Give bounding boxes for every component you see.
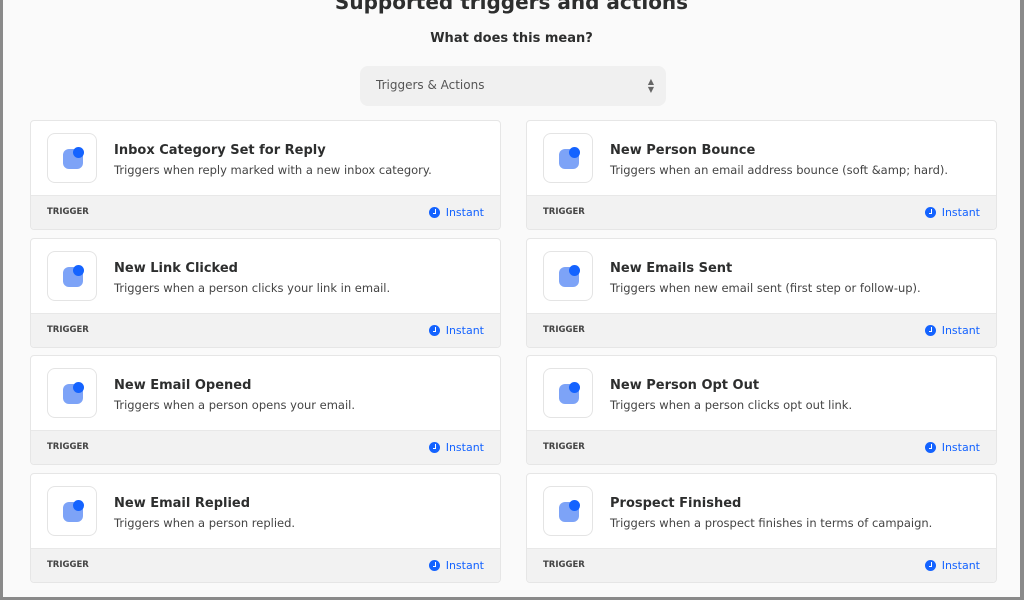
logo-dot bbox=[569, 265, 580, 276]
clock-icon bbox=[428, 560, 440, 571]
clock-icon bbox=[428, 442, 440, 453]
type-label: TRIGGER bbox=[47, 560, 89, 570]
app-logo-icon bbox=[47, 133, 97, 183]
app-logo-icon bbox=[47, 368, 97, 418]
logo-dot bbox=[569, 382, 580, 393]
select-arrows-icon: ▲ ▼ bbox=[647, 77, 654, 94]
clock-icon bbox=[428, 325, 440, 336]
app-logo-icon bbox=[543, 251, 593, 301]
logo-dot bbox=[73, 500, 84, 511]
instant-label: Instant bbox=[941, 324, 980, 337]
trigger-description: Triggers when a prospect finishes in ter… bbox=[610, 516, 933, 530]
card-footer: TRIGGER Instant bbox=[31, 430, 500, 464]
trigger-name: Inbox Category Set for Reply bbox=[114, 143, 326, 158]
logo-dot bbox=[73, 147, 84, 158]
instant-label: Instant bbox=[941, 206, 980, 219]
card-footer: TRIGGER Instant bbox=[31, 313, 500, 347]
clock-icon bbox=[924, 442, 936, 453]
app-logo-icon bbox=[47, 486, 97, 536]
instant-label: Instant bbox=[445, 324, 484, 337]
filter-select-value: Triggers & Actions bbox=[376, 78, 485, 92]
trigger-description: Triggers when a person replied. bbox=[114, 516, 296, 530]
trigger-card[interactable]: New Link Clicked Triggers when a person … bbox=[30, 238, 501, 348]
trigger-name: New Person Bounce bbox=[610, 143, 756, 158]
trigger-card[interactable]: New Person Bounce Triggers when an email… bbox=[526, 120, 997, 230]
trigger-description: Triggers when a person clicks opt out li… bbox=[610, 398, 853, 412]
trigger-card[interactable]: New Person Opt Out Triggers when a perso… bbox=[526, 355, 997, 465]
type-label: TRIGGER bbox=[47, 442, 89, 452]
instant-label: Instant bbox=[445, 441, 484, 454]
instant-badge: Instant bbox=[924, 441, 980, 454]
logo-dot bbox=[73, 265, 84, 276]
clock-icon bbox=[924, 207, 936, 218]
trigger-description: Triggers when new email sent (first step… bbox=[610, 281, 921, 295]
type-label: TRIGGER bbox=[543, 560, 585, 570]
trigger-name: New Email Replied bbox=[114, 496, 251, 511]
instant-label: Instant bbox=[941, 441, 980, 454]
type-label: TRIGGER bbox=[543, 442, 585, 452]
trigger-name: New Email Opened bbox=[114, 378, 252, 393]
instant-label: Instant bbox=[941, 559, 980, 572]
instant-badge: Instant bbox=[924, 559, 980, 572]
page: Supported triggers and actions What does… bbox=[3, 0, 1020, 597]
clock-icon bbox=[924, 325, 936, 336]
trigger-name: New Link Clicked bbox=[114, 261, 238, 276]
type-label: TRIGGER bbox=[47, 325, 89, 335]
trigger-card[interactable]: Inbox Category Set for Reply Triggers wh… bbox=[30, 120, 501, 230]
trigger-card[interactable]: New Email Opened Triggers when a person … bbox=[30, 355, 501, 465]
card-footer: TRIGGER Instant bbox=[31, 195, 500, 229]
trigger-card[interactable]: Prospect Finished Triggers when a prospe… bbox=[526, 473, 997, 583]
instant-badge: Instant bbox=[428, 441, 484, 454]
instant-badge: Instant bbox=[428, 206, 484, 219]
clock-icon bbox=[428, 207, 440, 218]
trigger-description: Triggers when a person opens your email. bbox=[114, 398, 356, 412]
filter-select[interactable]: Triggers & Actions ▲ ▼ bbox=[360, 66, 666, 106]
instant-badge: Instant bbox=[428, 324, 484, 337]
trigger-name: Prospect Finished bbox=[610, 496, 742, 511]
type-label: TRIGGER bbox=[543, 207, 585, 217]
card-footer: TRIGGER Instant bbox=[527, 313, 996, 347]
card-footer: TRIGGER Instant bbox=[31, 548, 500, 582]
instant-label: Instant bbox=[445, 206, 484, 219]
logo-dot bbox=[73, 382, 84, 393]
card-footer: TRIGGER Instant bbox=[527, 548, 996, 582]
app-logo-icon bbox=[47, 251, 97, 301]
app-logo-icon bbox=[543, 368, 593, 418]
type-label: TRIGGER bbox=[47, 207, 89, 217]
logo-dot bbox=[569, 147, 580, 158]
app-logo-icon bbox=[543, 486, 593, 536]
logo-dot bbox=[569, 500, 580, 511]
clock-icon bbox=[924, 560, 936, 571]
trigger-card[interactable]: New Emails Sent Triggers when new email … bbox=[526, 238, 997, 348]
instant-badge: Instant bbox=[924, 206, 980, 219]
page-title: Supported triggers and actions bbox=[334, 0, 689, 14]
trigger-name: New Emails Sent bbox=[610, 261, 733, 276]
help-link[interactable]: What does this mean? bbox=[3, 31, 1020, 46]
instant-badge: Instant bbox=[924, 324, 980, 337]
type-label: TRIGGER bbox=[543, 325, 585, 335]
card-footer: TRIGGER Instant bbox=[527, 430, 996, 464]
instant-label: Instant bbox=[445, 559, 484, 572]
app-logo-icon bbox=[543, 133, 593, 183]
card-footer: TRIGGER Instant bbox=[527, 195, 996, 229]
trigger-description: Triggers when an email address bounce (s… bbox=[610, 163, 949, 177]
trigger-description: Triggers when reply marked with a new in… bbox=[114, 163, 432, 177]
trigger-description: Triggers when a person clicks your link … bbox=[114, 281, 391, 295]
trigger-card[interactable]: New Email Replied Triggers when a person… bbox=[30, 473, 501, 583]
trigger-name: New Person Opt Out bbox=[610, 378, 760, 393]
instant-badge: Instant bbox=[428, 559, 484, 572]
